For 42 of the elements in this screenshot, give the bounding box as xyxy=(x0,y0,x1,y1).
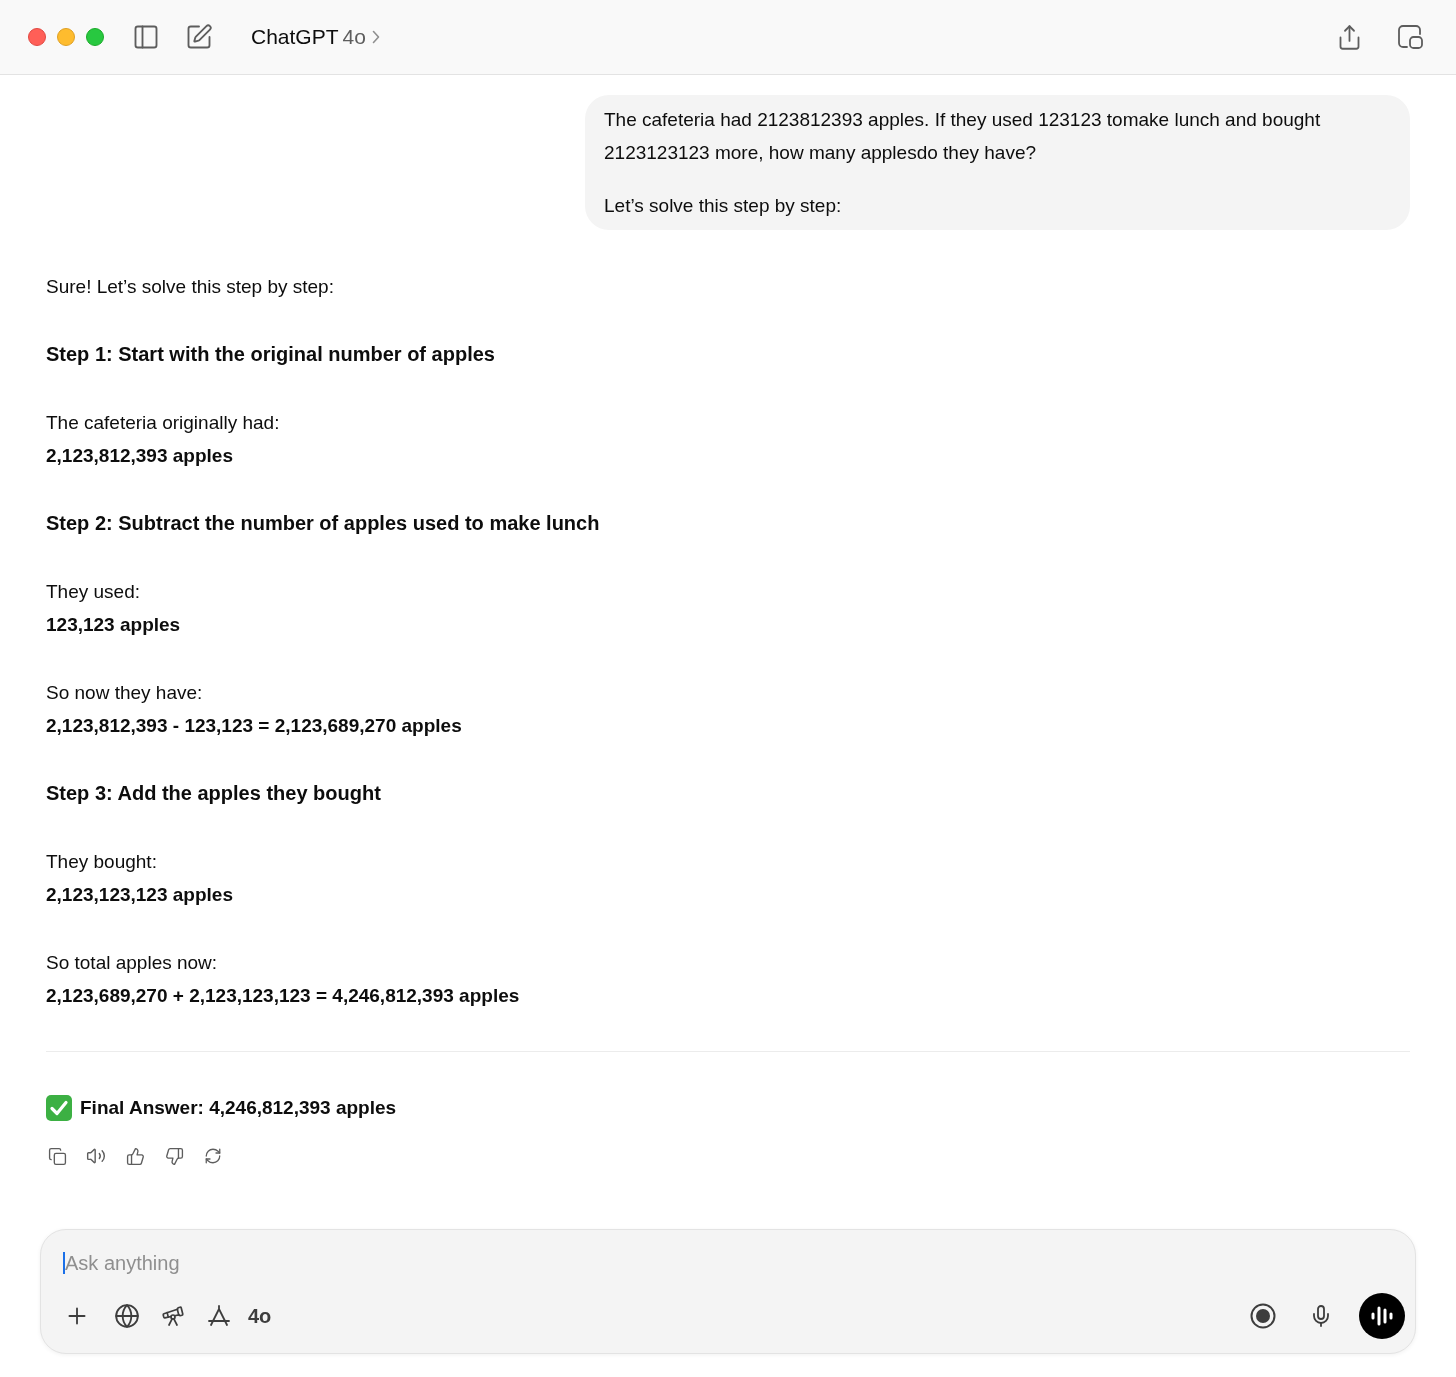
sidebar-toggle-button[interactable] xyxy=(132,23,160,51)
record-icon xyxy=(1250,1303,1276,1329)
maximize-button[interactable] xyxy=(86,28,104,46)
compose-icon xyxy=(185,23,213,51)
speaker-icon xyxy=(86,1146,106,1166)
fact-label: They used: xyxy=(46,580,140,604)
sound-wave-icon xyxy=(1371,1306,1393,1326)
model-selector[interactable]: ChatGPT 4o xyxy=(251,23,380,51)
response-text: Sure! Let’s solve this step by step: xyxy=(46,275,335,299)
check-mark-icon xyxy=(46,1094,72,1121)
message-input[interactable]: Ask anything xyxy=(65,1249,1405,1277)
user-message-text: The cafeteria had 2123812393 apples. If they used 123123 tomake lunch and bought 2123123123 more, how many applesdo they have? xyxy=(604,108,1322,165)
new-window-icon xyxy=(1396,23,1424,51)
step-heading: Step 2: Subtract the number of apples used to make lunch xyxy=(46,511,601,536)
step-heading: Step 1: Start with the original number of apples xyxy=(46,342,496,367)
copy-icon xyxy=(47,1146,67,1166)
telescope-icon xyxy=(161,1304,185,1328)
fact-value: 2,123,812,393 - 123,123 = 2,123,689,270 apples xyxy=(46,714,462,738)
chevron-right-icon xyxy=(371,30,380,44)
fact-value: 2,123,123,123 apples xyxy=(46,883,233,907)
sidebar-icon xyxy=(132,23,160,51)
fact-value: 2,123,812,393 apples xyxy=(46,444,233,468)
fact-value: 123,123 apples xyxy=(46,613,181,637)
final-answer: Final Answer: 4,246,812,393 apples xyxy=(80,1096,397,1120)
fact-label: So now they have: xyxy=(46,681,203,705)
fact-value: 2,123,689,270 + 2,123,123,123 = 4,246,812,393 apples xyxy=(46,984,520,1008)
text-cursor xyxy=(63,1252,65,1274)
thumbs-down-icon xyxy=(164,1146,184,1166)
close-button[interactable] xyxy=(28,28,46,46)
fact-label: They bought: xyxy=(46,850,157,874)
globe-icon xyxy=(114,1303,140,1329)
new-chat-button[interactable] xyxy=(185,23,213,51)
fact-label: The cafeteria originally had: xyxy=(46,411,280,435)
new-window-button[interactable] xyxy=(1396,23,1424,51)
user-message-text: Let’s solve this step by step: xyxy=(604,194,843,218)
refresh-icon xyxy=(204,1147,222,1165)
model-picker-button[interactable]: 4o xyxy=(246,1299,274,1333)
thumbs-up-icon xyxy=(125,1146,145,1166)
drafting-compass-icon xyxy=(207,1304,231,1328)
voice-mode-button[interactable] xyxy=(1359,1293,1405,1339)
fact-label: So total apples now: xyxy=(46,951,218,975)
step-heading: Step 3: Add the apples they bought xyxy=(46,781,382,806)
